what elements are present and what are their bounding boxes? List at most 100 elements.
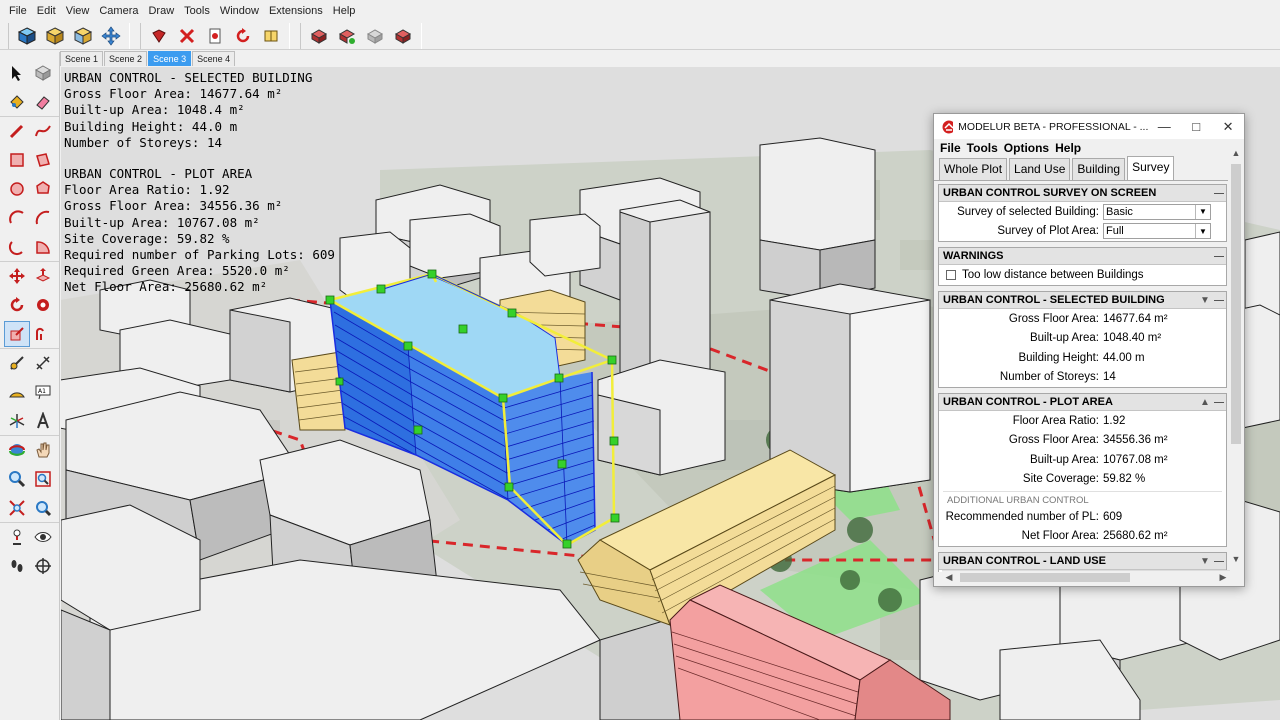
window-menu-options[interactable]: Options xyxy=(1004,141,1049,155)
collapse-icon[interactable]: — xyxy=(1212,397,1226,408)
3d-text-icon[interactable] xyxy=(30,408,56,434)
scroll-down-icon[interactable]: ▼ xyxy=(1229,552,1243,566)
window-menu-file[interactable]: File xyxy=(940,141,961,155)
zoom-icon[interactable] xyxy=(4,466,30,492)
circle-icon[interactable] xyxy=(4,176,30,202)
walk-footprints-icon[interactable] xyxy=(4,553,30,579)
previous-view-icon[interactable] xyxy=(30,495,56,521)
box-icon[interactable] xyxy=(43,24,67,48)
paint-bucket-icon[interactable] xyxy=(4,89,30,115)
stat-value: 14 xyxy=(1103,371,1116,384)
menu-help[interactable]: Help xyxy=(328,5,361,17)
follow-me-icon[interactable] xyxy=(30,292,56,318)
survey-building-select[interactable]: Basic ▼ xyxy=(1103,203,1211,220)
tab-whole-plot[interactable]: Whole Plot xyxy=(939,158,1008,180)
refresh-icon[interactable] xyxy=(231,24,255,48)
scroll-right-icon[interactable]: ▶ xyxy=(1216,571,1230,584)
document-icon[interactable] xyxy=(203,24,227,48)
building-gray-icon[interactable] xyxy=(363,24,387,48)
menu-camera[interactable]: Camera xyxy=(94,5,143,17)
scale-icon[interactable] xyxy=(4,320,30,347)
pin-icon[interactable]: ▲ xyxy=(1198,397,1212,408)
pencil-line-icon[interactable] xyxy=(4,118,30,144)
ruby-icon[interactable] xyxy=(147,24,171,48)
collapse-icon[interactable]: — xyxy=(1212,188,1226,199)
move-icon[interactable] xyxy=(4,263,30,289)
collapse-icon[interactable]: — xyxy=(1212,556,1226,567)
section-plane-icon[interactable] xyxy=(30,553,56,579)
menu-draw[interactable]: Draw xyxy=(143,5,179,17)
look-around-eye-icon[interactable] xyxy=(30,524,56,550)
tab-scene-4[interactable]: Scene 4 xyxy=(192,51,236,66)
orbit-icon[interactable] xyxy=(4,437,30,463)
offset-icon[interactable] xyxy=(30,321,56,347)
panel-header[interactable]: URBAN CONTROL - PLOT AREA ▲ — xyxy=(939,394,1226,411)
tab-scene-1[interactable]: Scene 1 xyxy=(60,51,104,66)
survey-panel: URBAN CONTROL SURVEY ON SCREEN — Survey … xyxy=(938,184,1227,242)
arc-icon[interactable] xyxy=(4,205,30,231)
close-icon[interactable]: ✕ xyxy=(1212,114,1244,139)
polygon-icon[interactable] xyxy=(30,176,56,202)
tab-scene-3[interactable]: Scene 3 xyxy=(148,51,192,66)
building-green-icon[interactable] xyxy=(335,24,359,48)
window-titlebar[interactable]: MODELUR BETA - PROFESSIONAL - ... — □ ✕ xyxy=(934,114,1244,139)
move-arrows-icon[interactable] xyxy=(99,24,123,48)
window-menu-help[interactable]: Help xyxy=(1055,141,1081,155)
scroll-thumb[interactable] xyxy=(1231,164,1241,444)
stack-icon[interactable] xyxy=(71,24,95,48)
survey-plot-select[interactable]: Full ▼ xyxy=(1103,223,1211,240)
freehand-icon[interactable] xyxy=(30,118,56,144)
panel-header[interactable]: URBAN CONTROL SURVEY ON SCREEN — xyxy=(939,185,1226,202)
minimize-icon[interactable]: — xyxy=(1148,114,1180,139)
horizontal-scrollbar[interactable]: ◀ ▶ xyxy=(942,570,1230,583)
select-arrow-icon[interactable] xyxy=(4,60,30,86)
menu-window[interactable]: Window xyxy=(215,5,264,17)
rotated-rectangle-icon[interactable] xyxy=(30,147,56,173)
collapse-icon[interactable]: — xyxy=(1212,251,1226,262)
scroll-up-icon[interactable]: ▲ xyxy=(1229,146,1243,160)
tab-scene-2[interactable]: Scene 2 xyxy=(104,51,148,66)
tab-land-use[interactable]: Land Use xyxy=(1009,158,1071,180)
menu-tools[interactable]: Tools xyxy=(179,5,215,17)
distance-warning-checkbox[interactable] xyxy=(946,270,956,280)
axes-icon[interactable] xyxy=(4,408,30,434)
scroll-left-icon[interactable]: ◀ xyxy=(942,571,956,584)
menu-extensions[interactable]: Extensions xyxy=(264,5,328,17)
pin-icon[interactable]: ▼ xyxy=(1198,556,1212,567)
zoom-extents-icon[interactable] xyxy=(4,495,30,521)
push-pull-icon[interactable] xyxy=(30,263,56,289)
rotate-icon[interactable] xyxy=(4,292,30,318)
collapse-icon[interactable]: — xyxy=(1212,295,1226,306)
book-icon[interactable] xyxy=(259,24,283,48)
text-icon[interactable]: A1 xyxy=(30,379,56,405)
panel-header[interactable]: WARNINGS — xyxy=(939,248,1226,265)
delete-x-icon[interactable] xyxy=(175,24,199,48)
dimension-icon[interactable] xyxy=(30,350,56,376)
panel-header[interactable]: URBAN CONTROL - LAND USE ▼ — xyxy=(939,553,1226,570)
building-red-2-icon[interactable] xyxy=(391,24,415,48)
pan-hand-icon[interactable] xyxy=(30,437,56,463)
maximize-icon[interactable]: □ xyxy=(1180,114,1212,139)
menu-view[interactable]: View xyxy=(61,5,95,17)
protractor-icon[interactable] xyxy=(4,379,30,405)
window-menu-tools[interactable]: Tools xyxy=(967,141,998,155)
pin-icon[interactable]: ▼ xyxy=(1198,295,1212,306)
eraser-icon[interactable] xyxy=(30,89,56,115)
tab-building[interactable]: Building xyxy=(1072,158,1126,180)
two-point-arc-icon[interactable] xyxy=(30,205,56,231)
menu-edit[interactable]: Edit xyxy=(32,5,61,17)
menu-file[interactable]: File xyxy=(4,5,32,17)
panel-header[interactable]: URBAN CONTROL - SELECTED BUILDING ▼ — xyxy=(939,292,1226,309)
cube-icon[interactable] xyxy=(15,24,39,48)
pie-icon[interactable] xyxy=(30,234,56,260)
tab-survey[interactable]: Survey xyxy=(1127,156,1175,180)
scroll-thumb[interactable] xyxy=(960,573,1130,582)
building-red-icon[interactable] xyxy=(307,24,331,48)
vertical-scrollbar[interactable]: ▲ ▼ xyxy=(1229,146,1243,566)
rectangle-icon[interactable] xyxy=(4,147,30,173)
tape-measure-icon[interactable] xyxy=(4,350,30,376)
three-point-arc-icon[interactable] xyxy=(4,234,30,260)
component-icon[interactable] xyxy=(30,60,56,86)
zoom-window-icon[interactable] xyxy=(30,466,56,492)
position-camera-icon[interactable] xyxy=(4,524,30,550)
